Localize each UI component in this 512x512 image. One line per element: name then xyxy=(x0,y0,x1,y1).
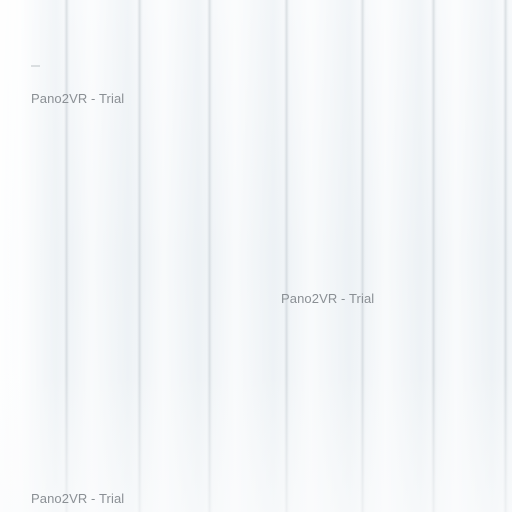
surface-mark xyxy=(31,65,40,67)
panorama-viewer[interactable]: Pano2VR - Trial Pano2VR - Trial Pano2VR … xyxy=(0,0,512,512)
trial-watermark: Pano2VR - Trial xyxy=(31,91,125,106)
trial-watermark: Pano2VR - Trial xyxy=(281,291,375,306)
panorama-scene[interactable] xyxy=(0,0,512,512)
trial-watermark: Pano2VR - Trial xyxy=(31,491,125,506)
